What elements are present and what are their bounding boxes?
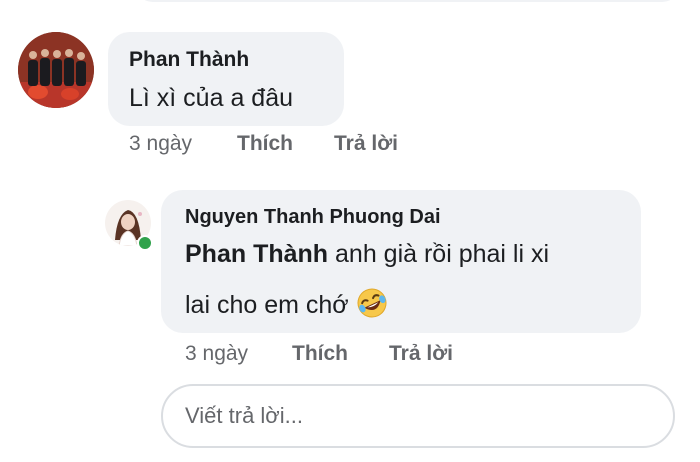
comment-text: lai cho em chớ bbox=[185, 291, 349, 319]
comment-text: Lì xì của a đâu bbox=[129, 84, 294, 112]
comment-text: anh già rồi phai li xi bbox=[335, 240, 550, 268]
like-button[interactable]: Thích bbox=[237, 132, 293, 156]
online-status-dot bbox=[137, 235, 153, 251]
reply-button[interactable]: Trả lời bbox=[389, 342, 453, 366]
reply-input[interactable] bbox=[161, 384, 675, 448]
like-button[interactable]: Thích bbox=[292, 342, 348, 366]
comment-timestamp[interactable]: 3 ngày bbox=[129, 132, 192, 156]
comment-author[interactable]: Nguyen Thanh Phuong Dai bbox=[185, 206, 441, 229]
comment-text-line-2: lai cho em chớ bbox=[185, 286, 389, 320]
avatar[interactable] bbox=[18, 32, 94, 108]
rofl-emoji-icon bbox=[355, 286, 389, 320]
previous-comment-bubble-edge bbox=[135, 0, 680, 2]
comment-author[interactable]: Phan Thành bbox=[129, 48, 249, 72]
mention-link[interactable]: Phan Thành bbox=[185, 240, 328, 268]
reply-button[interactable]: Trả lời bbox=[334, 132, 398, 156]
comment-text-line-1: Phan Thành anh già rồi phai li xi bbox=[185, 240, 549, 269]
comment-timestamp[interactable]: 3 ngày bbox=[185, 342, 248, 366]
